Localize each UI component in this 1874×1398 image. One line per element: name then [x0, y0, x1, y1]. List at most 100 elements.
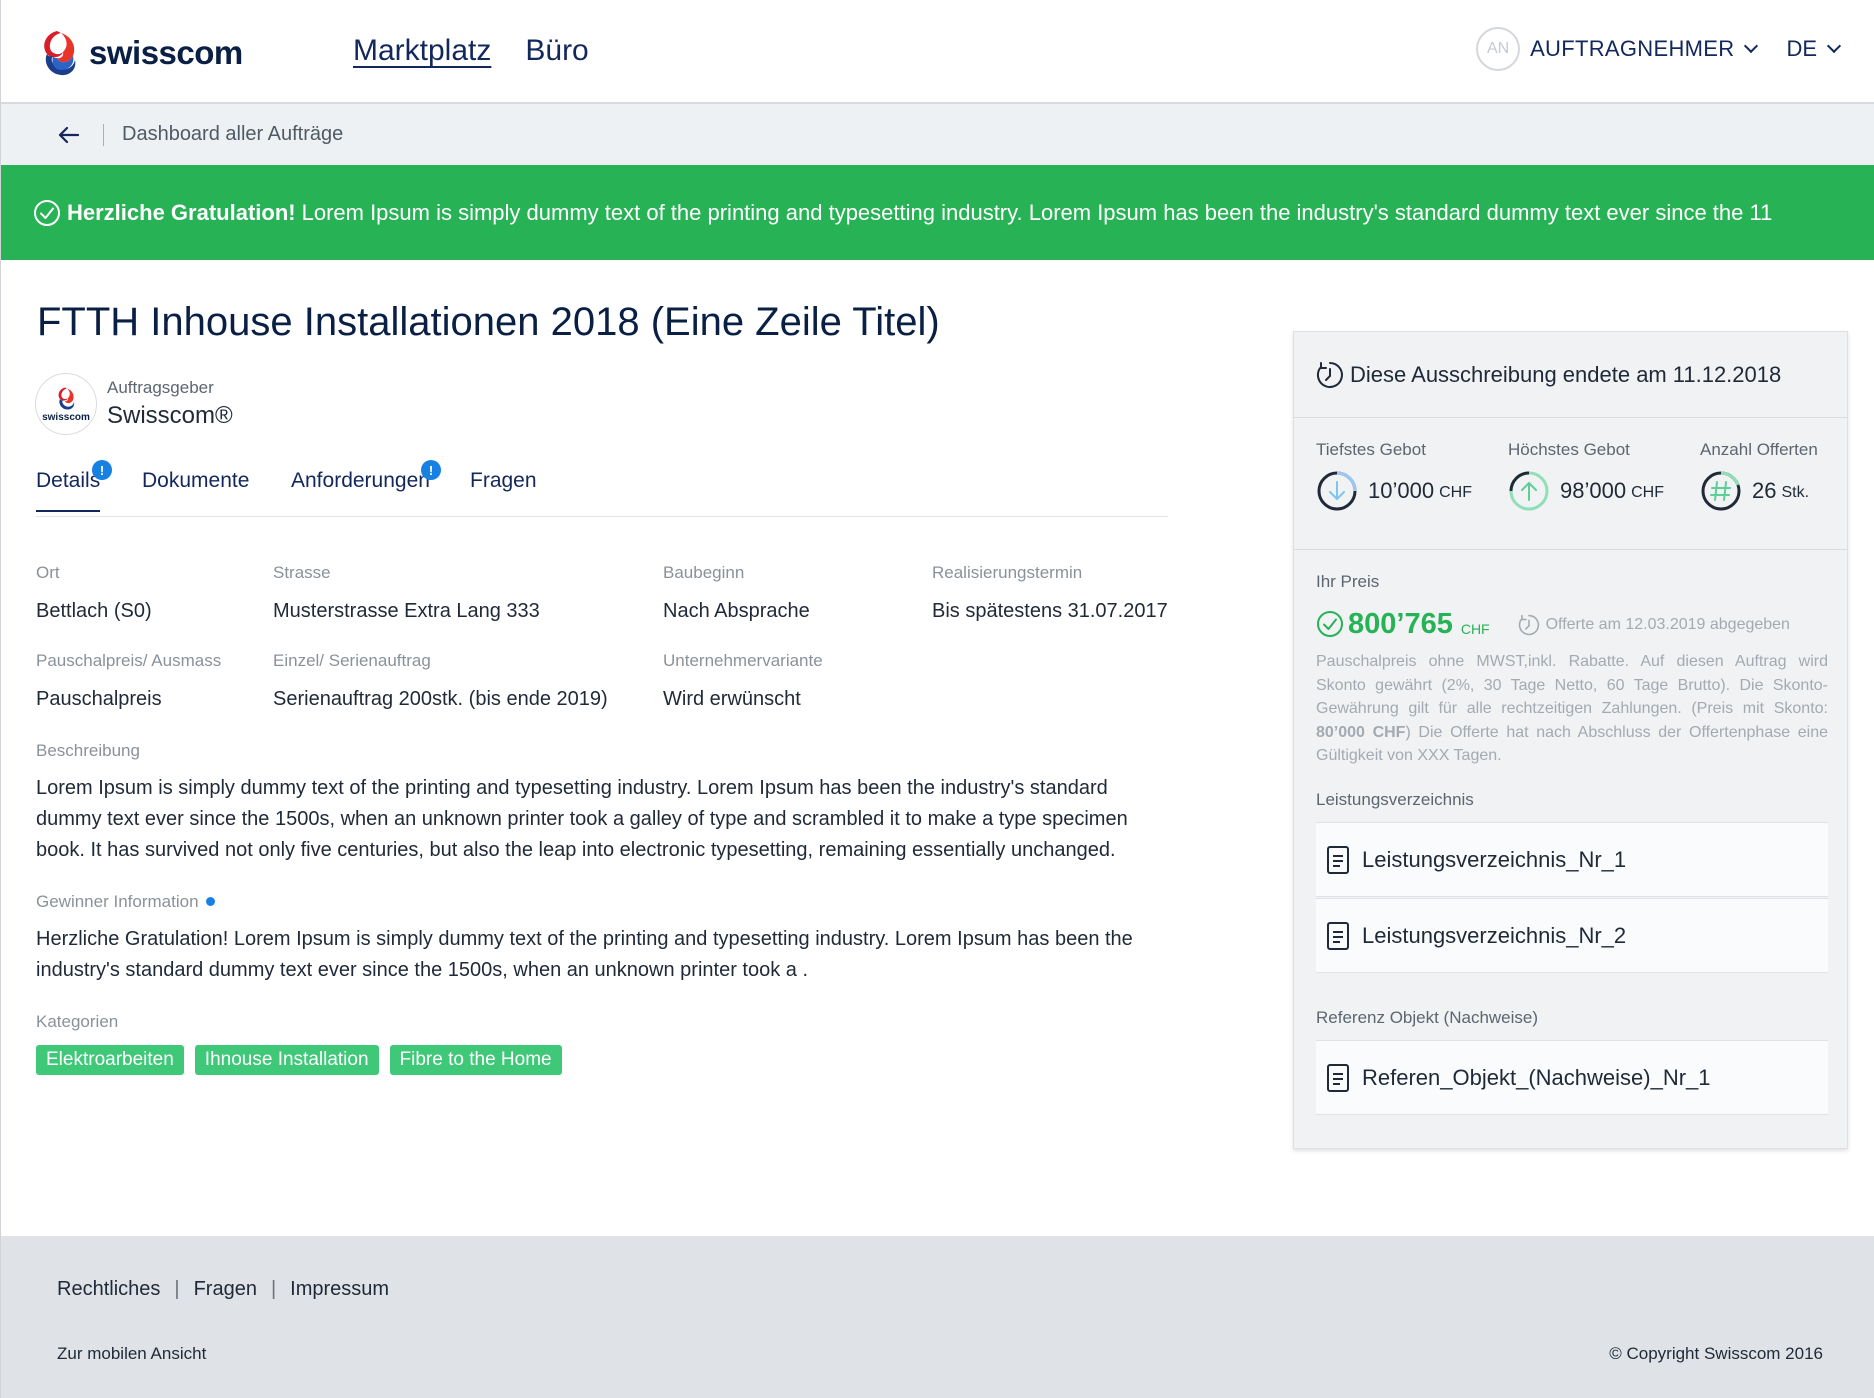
role-dropdown[interactable]: AUFTRAGNEHMER	[1530, 36, 1734, 62]
footer-link-impressum[interactable]: Impressum	[290, 1278, 389, 1301]
category-tag[interactable]: Elektroarbeiten	[36, 1045, 184, 1075]
footer: Rechtliches | Fragen | Impressum Zur mob…	[1, 1236, 1874, 1398]
stat-label: Tiefstes Gebot	[1316, 440, 1426, 459]
lv-label: Leistungsverzeichnis	[1316, 790, 1474, 809]
strasse-label: Strasse	[273, 563, 331, 582]
tender-end-header: Diese Ausschreibung endete am 11.12.2018	[1294, 332, 1847, 418]
pauschal-value: Pauschalpreis	[36, 688, 162, 710]
gewinner-text: Herzliche Gratulation! Lorem Ipsum is si…	[36, 928, 1133, 981]
tab-fragen[interactable]: Fragen	[470, 469, 537, 493]
serie-label: Einzel/ Serienauftrag	[273, 651, 431, 670]
banner-heading: Herzliche Gratulation!	[67, 199, 296, 225]
clock-icon	[1316, 361, 1343, 388]
chevron-down-icon[interactable]	[1744, 38, 1759, 54]
bid-stats: Tiefstes Gebot 10’000 CHF Höchstes Gebot	[1294, 418, 1847, 550]
baubeginn-value: Nach Absprache	[663, 600, 810, 622]
footer-link-fragen[interactable]: Fragen	[194, 1278, 257, 1301]
copyright: © Copyright Swisscom 2016	[1609, 1344, 1823, 1363]
price-row: 800’765 CHF Offerte am 12.03.2019 abgege…	[1316, 608, 1790, 641]
price-unit: CHF	[1460, 621, 1490, 637]
document-item[interactable]: Leistungsverzeichnis_Nr_1	[1316, 822, 1828, 897]
client-name: Swisscom®	[107, 402, 233, 429]
user-area: AN AUFTRAGNEHMER DE	[1476, 27, 1842, 71]
tab-label: Fragen	[470, 469, 537, 492]
pauschal-label: Pauschalpreis/ Ausmass	[36, 651, 222, 670]
breadcrumb: Dashboard aller Aufträge	[1, 104, 1874, 165]
tab-details[interactable]: Details !	[36, 460, 112, 512]
swisscom-logo[interactable]: swisscom	[37, 28, 243, 78]
document-item[interactable]: Referen_Objekt_(Nachweise)_Nr_1	[1316, 1040, 1828, 1115]
nav-buero[interactable]: Büro	[525, 34, 588, 68]
tender-summary-panel: Diese Ausschreibung endete am 11.12.2018…	[1293, 331, 1848, 1149]
nav-marktplatz[interactable]: Marktplatz	[353, 34, 491, 68]
document-item[interactable]: Leistungsverzeichnis_Nr_2	[1316, 898, 1828, 973]
language-dropdown[interactable]: DE	[1786, 36, 1842, 62]
check-circle-icon	[1317, 611, 1343, 637]
client-info: swisscom Auftragsgeber Swisscom®	[35, 373, 233, 435]
tab-bar: Details ! Dokumente Anforderungen ! Frag…	[36, 460, 1168, 517]
stat-value: 98’000	[1560, 478, 1627, 503]
tab-label: Details	[36, 469, 101, 492]
document-icon	[1327, 1063, 1349, 1092]
chevron-down-icon	[1826, 38, 1842, 54]
tab-dokumente[interactable]: Dokumente	[142, 469, 249, 493]
stat-label: Höchstes Gebot	[1508, 440, 1630, 459]
price-label: Ihr Preis	[1316, 572, 1380, 591]
beschreibung-label: Beschreibung	[36, 741, 140, 760]
document-icon	[1327, 845, 1349, 874]
ort-label: Ort	[36, 563, 60, 582]
page: swisscom Marktplatz Büro AN AUFTRAGNEHME…	[0, 0, 1874, 1398]
strasse-value: Musterstrasse Extra Lang 333	[273, 600, 540, 622]
stat-value: 10’000	[1368, 478, 1435, 503]
check-circle-icon	[34, 199, 60, 226]
main-nav: Marktplatz Büro	[353, 34, 589, 68]
kategorien-label: Kategorien	[36, 1012, 119, 1031]
offer-submitted-note: Offerte am 12.03.2019 abgegeben	[1518, 614, 1790, 636]
baubeginn-label: Baubeginn	[663, 563, 745, 582]
footer-links: Rechtliches | Fragen | Impressum	[57, 1278, 389, 1301]
info-dot-icon	[205, 897, 215, 906]
swisscom-lifeform-icon	[58, 387, 75, 410]
footer-separator: |	[270, 1278, 277, 1300]
category-tag[interactable]: Ihnouse Installation	[194, 1045, 379, 1075]
document-name: Leistungsverzeichnis_Nr_2	[1362, 922, 1627, 948]
price-description: Pauschalpreis ohne MWST,inkl. Rabatte. A…	[1316, 650, 1828, 768]
success-banner: Herzliche Gratulation! Lorem Ipsum is si…	[1, 165, 1874, 260]
arrow-left-icon[interactable]	[57, 123, 81, 147]
document-icon	[1327, 921, 1349, 950]
tab-label: Dokumente	[142, 469, 250, 492]
language-label: DE	[1786, 36, 1817, 61]
category-tag[interactable]: Fibre to the Home	[389, 1045, 562, 1075]
stat-unit: CHF	[1631, 484, 1664, 501]
tab-label: Anforderungen	[291, 469, 430, 492]
stat-lowest-bid: Tiefstes Gebot 10’000 CHF	[1316, 440, 1472, 512]
gewinner-label-row: Gewinner Information	[36, 892, 215, 912]
footer-link-rechtliches[interactable]: Rechtliches	[57, 1278, 160, 1301]
stat-value: 26	[1752, 478, 1777, 503]
tender-end-date: 11.12.2018	[1672, 361, 1782, 387]
tab-anforderungen[interactable]: Anforderungen !	[291, 460, 441, 493]
info-badge-icon: !	[92, 460, 112, 480]
variante-value: Wird erwünscht	[663, 688, 801, 710]
price-desc-part: Pauschalpreis ohne MWST,inkl. Rabatte. A…	[1316, 653, 1828, 717]
page-title: FTTH Inhouse Installationen 2018 (Eine Z…	[37, 300, 940, 344]
breadcrumb-dashboard-link[interactable]: Dashboard aller Aufträge	[122, 123, 343, 146]
client-label: Auftragsgeber	[107, 378, 214, 397]
arrow-up-icon	[1509, 471, 1549, 511]
price-value: 800’765	[1348, 608, 1453, 640]
tender-end-text: Diese Ausschreibung endete am	[1350, 361, 1667, 387]
clock-icon	[1518, 614, 1539, 636]
info-badge-icon: !	[421, 460, 441, 480]
banner-message: Lorem Ipsum is simply dummy text of the …	[301, 199, 1773, 225]
mobile-view-link[interactable]: Zur mobilen Ansicht	[57, 1344, 206, 1364]
avatar[interactable]: AN	[1476, 27, 1521, 71]
top-navigation: swisscom Marktplatz Büro AN AUFTRAGNEHME…	[1, 0, 1874, 104]
stat-unit: CHF	[1439, 484, 1472, 501]
brand-name: swisscom	[89, 34, 243, 71]
realisierung-label: Realisierungstermin	[932, 563, 1083, 582]
variante-label: Unternehmervariante	[663, 651, 823, 670]
client-logo-text: swisscom	[42, 411, 90, 423]
gewinner-label: Gewinner Information	[36, 892, 199, 911]
ort-value: Bettlach (S0)	[36, 600, 152, 622]
swisscom-lifeform-icon	[44, 31, 76, 76]
